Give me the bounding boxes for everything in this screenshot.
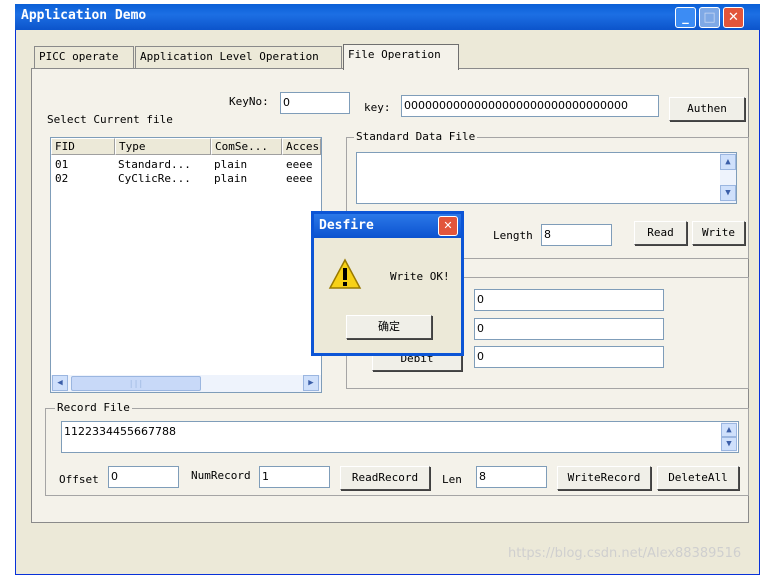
table-cell[interactable]: Standard... xyxy=(118,158,191,171)
scroll-down-icon[interactable]: ▼ xyxy=(720,185,736,201)
scroll-right-icon[interactable]: ▶ xyxy=(303,375,319,391)
column-header-type[interactable]: Type xyxy=(115,138,211,155)
file-list[interactable]: FID Type ComSe... Acces 01 Standard... p… xyxy=(50,137,322,393)
table-cell[interactable]: plain xyxy=(214,158,247,171)
record-file-title: Record File xyxy=(55,401,132,414)
standard-data-textarea[interactable] xyxy=(356,152,737,204)
table-cell[interactable]: 01 xyxy=(55,158,68,171)
table-cell[interactable]: eeee xyxy=(286,158,313,171)
length-input[interactable]: 8 xyxy=(541,224,612,246)
message-dialog: Desfire ✕ Write OK! 确定 xyxy=(311,211,464,356)
tab-label: Application Level Operation xyxy=(140,50,319,63)
standard-data-file-title: Standard Data File xyxy=(354,130,478,143)
close-icon: ✕ xyxy=(443,219,453,232)
keyno-label: KeyNo: xyxy=(229,95,269,108)
title-bar[interactable]: Application Demo _ □ ✕ xyxy=(15,4,760,30)
length-label: Length xyxy=(493,229,533,242)
tab-label: PICC operate xyxy=(39,50,119,63)
scrollbar-thumb[interactable]: ||| xyxy=(71,376,201,391)
textarea-scrollbar[interactable]: ▲ ▼ xyxy=(720,153,736,203)
dialog-message: Write OK! xyxy=(390,270,450,283)
dialog-close-button[interactable]: ✕ xyxy=(438,216,458,236)
table-cell[interactable]: 02 xyxy=(55,172,68,185)
close-button[interactable]: ✕ xyxy=(723,7,744,28)
len-input[interactable]: 8 xyxy=(476,466,547,488)
select-file-label: Select Current file xyxy=(47,113,173,126)
minimize-icon: _ xyxy=(682,10,689,25)
record-scrollbar[interactable]: ▲ ▼ xyxy=(721,422,737,452)
maximize-icon: □ xyxy=(703,10,716,25)
record-file-textarea[interactable]: 1122334455667788 xyxy=(61,421,739,453)
horizontal-scrollbar[interactable]: ◀ ||| ▶ xyxy=(51,375,321,392)
dialog-title-bar[interactable]: Desfire ✕ xyxy=(314,214,461,238)
writerecord-button[interactable]: WriteRecord xyxy=(557,466,651,490)
close-icon: ✕ xyxy=(728,10,739,25)
offset-label: Offset xyxy=(59,473,99,486)
table-cell[interactable]: CyClicRe... xyxy=(118,172,191,185)
offset-input[interactable]: 0 xyxy=(108,466,179,488)
keyno-input[interactable]: 0 xyxy=(280,92,350,114)
tab-file-operation[interactable]: File Operation xyxy=(343,44,459,70)
write-button[interactable]: Write xyxy=(692,221,745,245)
watermark: https://blog.csdn.net/Alex88389516 xyxy=(508,546,742,561)
key-label: key: xyxy=(364,101,391,114)
readrecord-button[interactable]: ReadRecord xyxy=(340,466,430,490)
minimize-button[interactable]: _ xyxy=(675,7,696,28)
scroll-left-icon[interactable]: ◀ xyxy=(52,375,68,391)
value-field-1[interactable]: 0 xyxy=(474,289,664,311)
tab-label: File Operation xyxy=(348,48,441,61)
column-header-fid[interactable]: FID xyxy=(51,138,115,155)
numrecord-input[interactable]: 1 xyxy=(259,466,330,488)
authen-button[interactable]: Authen xyxy=(669,97,745,121)
len-label: Len xyxy=(442,473,462,486)
ok-button[interactable]: 确定 xyxy=(346,315,432,339)
read-button[interactable]: Read xyxy=(634,221,687,245)
numrecord-label: NumRecord xyxy=(191,469,251,482)
scroll-down-icon[interactable]: ▼ xyxy=(721,437,737,451)
tab-application-level[interactable]: Application Level Operation xyxy=(135,46,342,68)
dialog-title: Desfire xyxy=(319,218,374,233)
window-title: Application Demo xyxy=(21,8,147,23)
value-field-2[interactable]: 0 xyxy=(474,318,664,340)
table-cell[interactable]: eeee xyxy=(286,172,313,185)
column-header-access[interactable]: Acces xyxy=(282,138,321,155)
deleteall-button[interactable]: DeleteAll xyxy=(657,466,739,490)
scroll-up-icon[interactable]: ▲ xyxy=(721,423,737,437)
scroll-up-icon[interactable]: ▲ xyxy=(720,154,736,170)
value-field-3[interactable]: 0 xyxy=(474,346,664,368)
tab-picc-operate[interactable]: PICC operate xyxy=(34,46,134,68)
key-input[interactable]: 00000000000000000000000000000000 xyxy=(401,95,659,117)
table-cell[interactable]: plain xyxy=(214,172,247,185)
column-header-comset[interactable]: ComSe... xyxy=(211,138,282,155)
warning-icon xyxy=(328,258,362,289)
maximize-button[interactable]: □ xyxy=(699,7,720,28)
